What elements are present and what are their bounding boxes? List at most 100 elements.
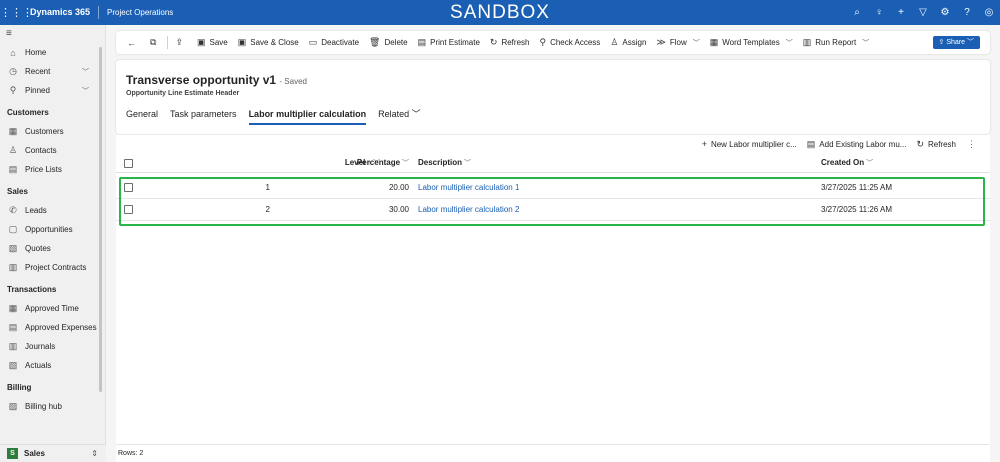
share-label: Share	[946, 39, 966, 46]
save-close-button[interactable]: ▣ Save & Close	[233, 31, 304, 54]
chevron-down-icon: ﹀	[965, 39, 974, 46]
sidebar-item-contacts[interactable]: ♙ Contacts	[0, 141, 105, 160]
deactivate-label: Deactivate	[321, 38, 360, 47]
word-templates-button[interactable]: ▦ Word Templates ﹀	[705, 31, 798, 54]
tab-task-parameters[interactable]: Task parameters	[170, 106, 237, 128]
flow-label: Flow	[669, 38, 687, 47]
section-customers: Customers	[7, 108, 49, 117]
table-row[interactable]: 2 30.00 Labor multiplier calculation 2 3…	[116, 199, 990, 221]
sidebar-item-approved-expenses[interactable]: ▤ Approved Expenses	[0, 318, 105, 337]
delete-button[interactable]: 🗑 Delete	[364, 31, 413, 54]
sidebar-item-journals[interactable]: ▥ Journals	[0, 337, 105, 356]
sidebar-item-label: Actuals	[25, 361, 52, 370]
building-icon: ▦	[8, 126, 18, 136]
chevron-down-icon: ﹀	[411, 109, 421, 119]
assign-button[interactable]: ♙ Assign	[605, 31, 651, 54]
chevron-down-icon: ﹀	[864, 160, 874, 167]
column-header-percentage[interactable]: Percentage ﹀	[316, 153, 409, 173]
cell-description-link[interactable]: Labor multiplier calculation 1	[418, 177, 519, 199]
section-billing: Billing	[7, 383, 32, 392]
share-button[interactable]: ⇪ Share ﹀	[932, 36, 980, 49]
sidebar-item-label: Recent	[25, 67, 51, 76]
open-in-new-window-button[interactable]: ⧉	[145, 31, 165, 54]
sidebar-item-leads[interactable]: ✆ Leads	[0, 201, 105, 220]
sidebar-item-approved-time[interactable]: ▦ Approved Time	[0, 299, 105, 318]
divider	[167, 36, 169, 49]
copilot-icon[interactable]: ◎	[978, 7, 1000, 18]
word-templates-label: Word Templates	[722, 38, 780, 47]
quote-icon: ▧	[8, 243, 18, 253]
back-button[interactable]: ←	[122, 31, 145, 54]
sidebar-item-recent[interactable]: ◷ Recent ﹀	[0, 62, 105, 81]
chevron-down-icon[interactable]: ﹀	[82, 67, 89, 77]
chevron-down-icon: ﹀	[692, 39, 700, 47]
sidebar-item-label: Approved Time	[25, 304, 79, 313]
sidebar-item-label: Contacts	[25, 146, 57, 155]
row-checkbox[interactable]	[124, 205, 133, 214]
person-icon: ♙	[8, 145, 18, 155]
refresh-button[interactable]: ↻ Refresh	[485, 31, 535, 54]
add-existing-labor-multiplier-button[interactable]: ▤ Add Existing Labor mu...	[802, 135, 912, 153]
row-checkbox[interactable]	[124, 183, 133, 192]
print-estimate-button[interactable]: ▤ Print Estimate	[413, 31, 485, 54]
assign-icon: ♙	[610, 37, 619, 47]
search-icon[interactable]: ⌕	[846, 7, 868, 18]
app-name[interactable]: Project Operations	[99, 8, 173, 17]
area-switcher[interactable]: S Sales ⇕	[0, 444, 106, 462]
table-row[interactable]: 1 20.00 Labor multiplier calculation 1 3…	[116, 177, 990, 199]
sidebar-item-billing-hub[interactable]: ▨ Billing hub	[0, 397, 105, 416]
sidebar-item-customers[interactable]: ▦ Customers	[0, 122, 105, 141]
sidebar-item-opportunities[interactable]: ▢ Opportunities	[0, 220, 105, 239]
switch-area-icon: ⇕	[91, 449, 98, 458]
filter-icon[interactable]: ▽	[912, 7, 934, 18]
plus-icon: +	[701, 139, 707, 149]
save-button[interactable]: ▣ Save	[192, 31, 233, 54]
sidebar-scrollbar[interactable]	[99, 47, 102, 392]
help-icon[interactable]: ?	[956, 7, 978, 18]
new-labor-multiplier-button[interactable]: + New Labor multiplier c...	[697, 135, 802, 153]
add-existing-icon: ▤	[806, 138, 816, 149]
add-existing-label: Add Existing Labor mu...	[819, 139, 907, 149]
hamburger-icon[interactable]: ≡	[0, 25, 105, 43]
section-transactions: Transactions	[7, 285, 57, 294]
tab-labor-multiplier-calculation[interactable]: Labor multiplier calculation	[248, 106, 366, 128]
tab-related[interactable]: Related ﹀	[378, 106, 421, 128]
plus-icon[interactable]: +	[890, 7, 912, 18]
sidebar: ≡ ⌂ Home ◷ Recent ﹀ ⚲ Pinned ﹀ Customers ▦ Cus…	[0, 25, 106, 462]
grid-header: Level ↑ ﹀ Percentage ﹀ Description ﹀ Cre…	[116, 153, 990, 173]
share-link-button[interactable]: ⇪	[170, 31, 192, 54]
sidebar-item-price-lists[interactable]: ▤ Price Lists	[0, 160, 105, 179]
run-report-button[interactable]: ▥ Run Report ﹀	[798, 31, 874, 54]
tab-general[interactable]: General	[126, 106, 158, 128]
select-all-checkbox[interactable]	[124, 159, 133, 168]
sidebar-item-home[interactable]: ⌂ Home	[0, 43, 105, 62]
more-options-icon[interactable]: ⋮	[967, 139, 976, 150]
sidebar-item-pinned[interactable]: ⚲ Pinned ﹀	[0, 81, 105, 100]
top-bar-actions: ⌕ ♀ + ▽ ⚙ ? ◎	[846, 0, 1000, 25]
deactivate-button[interactable]: ▭ Deactivate	[304, 31, 364, 54]
flow-button[interactable]: ≫ Flow ﹀	[651, 31, 704, 54]
print-estimate-label: Print Estimate	[430, 38, 480, 47]
sidebar-item-project-contracts[interactable]: ▥ Project Contracts	[0, 258, 105, 277]
new-label: New Labor multiplier c...	[710, 139, 797, 149]
save-close-label: Save & Close	[250, 38, 299, 47]
sidebar-item-label: Leads	[25, 206, 47, 215]
cell-percentage: 30.00	[388, 205, 409, 214]
sidebar-item-actuals[interactable]: ▧ Actuals	[0, 356, 105, 375]
chevron-down-icon[interactable]: ﹀	[82, 86, 89, 96]
app-launcher-icon[interactable]: ⋮⋮⋮	[0, 6, 33, 19]
lightbulb-icon[interactable]: ♀	[868, 7, 890, 18]
sidebar-item-quotes[interactable]: ▧ Quotes	[0, 239, 105, 258]
sidebar-item-label: Billing hub	[25, 402, 62, 411]
check-access-button[interactable]: ⚲ Check Access	[534, 31, 605, 54]
cell-created-on: 3/27/2025 11:26 AM	[821, 205, 893, 214]
brand-name[interactable]: Dynamics 365	[24, 6, 100, 19]
refresh-icon: ↻	[916, 138, 924, 149]
subgrid-refresh-button[interactable]: ↻ Refresh	[911, 135, 961, 153]
area-label: Sales	[24, 449, 45, 458]
sidebar-item-label: Opportunities	[25, 225, 73, 234]
cell-description-link[interactable]: Labor multiplier calculation 2	[418, 199, 519, 221]
column-header-description[interactable]: Description ﹀	[418, 153, 471, 173]
column-header-created-on[interactable]: Created On ﹀	[821, 153, 873, 173]
settings-icon[interactable]: ⚙	[934, 7, 956, 18]
